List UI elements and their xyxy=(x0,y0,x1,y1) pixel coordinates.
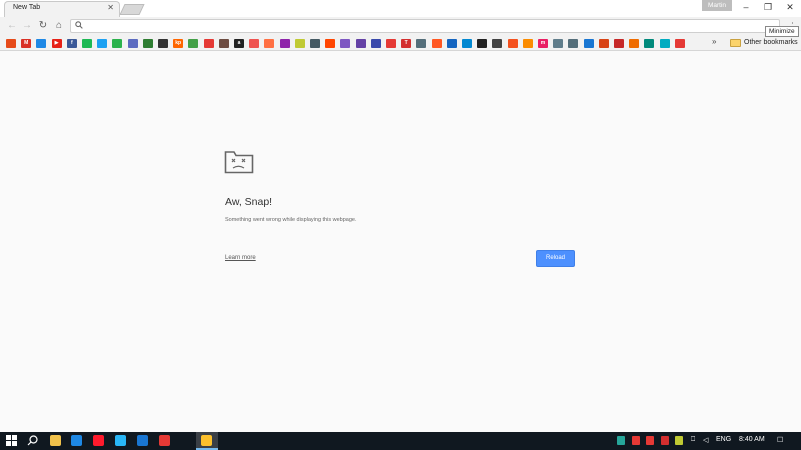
navigation-toolbar: ← → ↻ ⌂ ⋮ xyxy=(0,17,801,36)
bookmark-bookmark-23-icon[interactable] xyxy=(340,39,351,48)
tray-5-icon[interactable] xyxy=(675,436,683,445)
bookmark-bookmark-32-icon[interactable] xyxy=(477,39,488,48)
bookmark-bookmark-38-icon[interactable] xyxy=(568,39,579,48)
bookmark-twitter-icon[interactable] xyxy=(97,39,108,48)
bookmark-bookmark-13-icon[interactable] xyxy=(188,39,199,48)
start-icon[interactable] xyxy=(6,435,17,446)
app-5-icon[interactable] xyxy=(115,435,126,446)
bookmark-bookmark-36-icon[interactable]: m xyxy=(538,39,548,48)
opera-icon[interactable] xyxy=(93,435,104,446)
notification-icon[interactable]: ☐ xyxy=(777,436,783,444)
bookmark-bookmark-39-icon[interactable] xyxy=(583,39,594,48)
bookmark-bookmark-33-icon[interactable] xyxy=(492,39,503,48)
minimize-tooltip: Minimize xyxy=(765,26,799,37)
bookmark-gmail-icon[interactable]: M xyxy=(21,39,32,48)
bookmark-bookmark-27-icon[interactable]: T xyxy=(401,39,412,48)
bookmark-facebook-icon[interactable]: f xyxy=(66,39,77,48)
bookmark-bookmark-25-icon[interactable] xyxy=(370,39,381,48)
chrome-icon[interactable] xyxy=(201,435,212,446)
bookmark-bookmark-15-icon[interactable] xyxy=(218,39,229,48)
bookmark-bookmark-37-icon[interactable] xyxy=(553,39,564,48)
search-icon xyxy=(75,21,83,29)
bookmark-bookmark-10-icon[interactable] xyxy=(142,39,153,48)
bookmark-kinopoisk-icon[interactable]: kp xyxy=(173,39,184,48)
bookmark-bookmark-21-icon[interactable] xyxy=(310,39,320,48)
volume-icon[interactable]: ◁ xyxy=(703,436,708,444)
minimize-button[interactable]: – xyxy=(735,0,757,16)
tray-2-icon[interactable] xyxy=(631,436,640,445)
bookmark-bookmark-40-icon[interactable] xyxy=(598,39,609,48)
tab-close-icon[interactable]: ✕ xyxy=(107,3,114,12)
bookmark-reddit-icon[interactable] xyxy=(325,39,336,48)
bookmark-bookmark-18-icon[interactable] xyxy=(264,39,275,48)
network-icon[interactable]: ⎕ xyxy=(691,436,695,444)
profile-button[interactable]: Martin xyxy=(702,0,732,11)
file-explorer-icon[interactable] xyxy=(50,435,61,446)
reload-page-button[interactable]: ↻ xyxy=(37,20,49,32)
bookmarks-bar: M ▶ f kp a Tm » Other bookmarks xyxy=(0,36,801,51)
tab-title: New Tab xyxy=(13,4,41,11)
clock[interactable]: 8:40 AM xyxy=(739,436,765,443)
bookmark-bookmark-14-icon[interactable] xyxy=(203,39,214,48)
bookmark-drive-icon[interactable] xyxy=(36,39,47,48)
app-6-icon[interactable] xyxy=(137,435,148,446)
bookmark-amazon-icon[interactable]: a xyxy=(234,39,244,48)
address-bar[interactable] xyxy=(70,19,780,33)
error-message: Something went wrong while displaying th… xyxy=(225,217,357,223)
learn-more-link[interactable]: Learn more xyxy=(225,255,256,261)
close-window-button[interactable]: ✕ xyxy=(779,0,801,16)
bookmark-bookmark-43-icon[interactable] xyxy=(644,39,655,48)
bookmark-feedly-icon[interactable] xyxy=(112,39,123,48)
tray-4-icon[interactable] xyxy=(660,436,669,445)
bookmark-bookmark-11-icon[interactable] xyxy=(158,39,168,48)
other-bookmarks[interactable]: Other bookmarks xyxy=(744,39,798,46)
bookmark-bookmark-20-icon[interactable] xyxy=(294,39,305,48)
bookmark-bookmark-42-icon[interactable] xyxy=(629,39,640,48)
maximize-button[interactable]: ❐ xyxy=(757,0,779,16)
app-7-icon[interactable] xyxy=(159,435,170,446)
forward-button[interactable]: → xyxy=(21,20,33,32)
tab-strip: New Tab ✕ Martin – ❐ ✕ xyxy=(0,0,801,17)
back-button[interactable]: ← xyxy=(6,20,18,32)
page-title: Aw, Snap! xyxy=(225,196,273,208)
tray-1-icon[interactable] xyxy=(617,436,625,445)
home-button[interactable]: ⌂ xyxy=(53,20,65,32)
language-indicator[interactable]: ENG xyxy=(716,436,731,443)
bookmarks-overflow-icon[interactable]: » xyxy=(712,37,716,46)
folder-icon[interactable] xyxy=(730,39,741,47)
bookmark-bookmark-26-icon[interactable] xyxy=(386,39,396,48)
reload-button[interactable]: Reload xyxy=(536,250,575,267)
tab-new-tab[interactable]: New Tab ✕ xyxy=(4,1,120,17)
sad-tab-icon xyxy=(224,151,254,174)
bookmark-bookmark-17-icon[interactable] xyxy=(249,39,260,48)
taskbar: ⎕ ◁ ENG 8:40 AM ☐ xyxy=(0,432,801,450)
browser-window: New Tab ✕ Martin – ❐ ✕ Minimize ← → ↻ ⌂ … xyxy=(0,0,801,450)
bookmark-twitch-icon[interactable] xyxy=(355,39,366,48)
bookmark-bookmark-31-icon[interactable] xyxy=(462,39,472,48)
bookmark-bookmark-29-icon[interactable] xyxy=(431,39,442,48)
bookmark-bookmark-34-icon[interactable] xyxy=(507,39,518,48)
bookmark-spotify-icon[interactable] xyxy=(82,39,92,48)
address-input[interactable] xyxy=(87,21,767,31)
new-tab-button[interactable] xyxy=(119,4,145,15)
edge-icon[interactable] xyxy=(71,435,82,446)
bookmark-bookmark-45-icon[interactable] xyxy=(674,39,685,48)
bookmark-bookmark-35-icon[interactable] xyxy=(522,39,533,48)
bookmark-bookmark-28-icon[interactable] xyxy=(416,39,427,48)
search-icon[interactable] xyxy=(27,435,38,446)
bookmark-bookmark-44-icon[interactable] xyxy=(659,39,670,48)
bookmark-bookmark-41-icon[interactable] xyxy=(614,39,624,48)
bookmark-bookmark-9-icon[interactable] xyxy=(127,39,138,48)
tray-3-icon[interactable] xyxy=(646,436,654,445)
page-content: Aw, Snap! Something went wrong while dis… xyxy=(0,52,801,432)
bookmark-bookmark-30-icon[interactable] xyxy=(446,39,457,48)
bookmark-youtube-icon[interactable]: ▶ xyxy=(51,39,62,48)
bookmark-bookmark-19-icon[interactable] xyxy=(279,39,290,48)
bookmark-apps-icon[interactable] xyxy=(6,39,16,48)
